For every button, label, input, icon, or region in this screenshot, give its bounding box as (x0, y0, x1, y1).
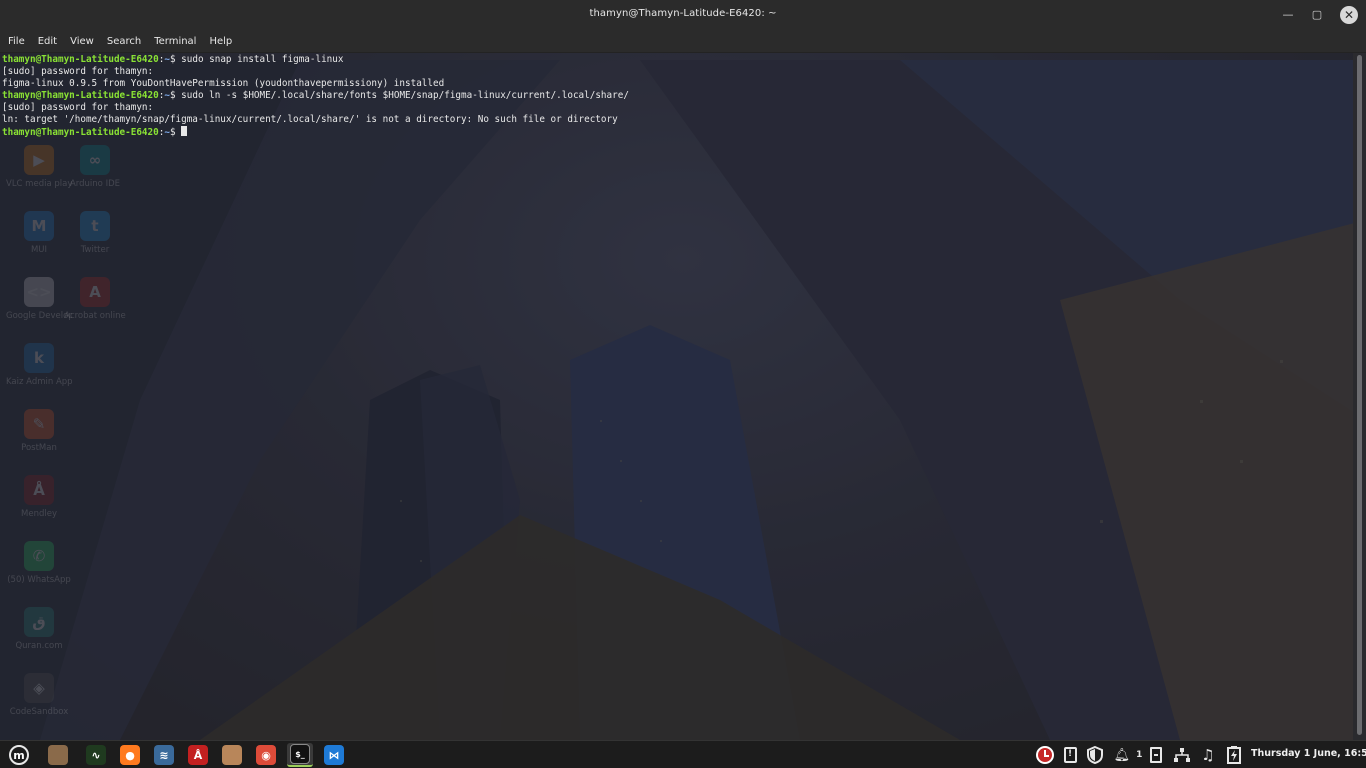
taskbar-firefox[interactable]: ● (117, 743, 143, 767)
taskbar-file-manager[interactable] (219, 743, 245, 767)
command-text: $ (169, 127, 182, 138)
close-button[interactable]: ✕ (1340, 6, 1358, 24)
window-title: thamyn@Thamyn-Latitude-E6420: ~ (589, 8, 777, 19)
files-folder-icon (48, 745, 68, 765)
battery-icon[interactable] (1225, 745, 1243, 765)
notifications-applet[interactable]: 🔔︎ 1 (1113, 745, 1143, 765)
mysql-workbench-icon: ≋ (154, 745, 174, 765)
prompt-user: thamyn@Thamyn-Latitude-E6420 (2, 127, 159, 138)
clock-applet-icon[interactable] (1034, 745, 1056, 765)
system-monitor-icon: ∿ (86, 745, 106, 765)
clipboard-icon[interactable]: ! (1061, 745, 1079, 765)
firefox-icon: ● (120, 745, 140, 765)
terminal-icon: $_ (290, 744, 310, 764)
taskbar-mysql-workbench[interactable]: ≋ (151, 743, 177, 767)
taskbar-files-folder[interactable] (45, 743, 71, 767)
terminal-line: [sudo] password for thamyn: (2, 102, 1351, 114)
document-icon[interactable] (1148, 745, 1164, 765)
minimize-button[interactable]: — (1279, 6, 1297, 24)
prompt-user: thamyn@Thamyn-Latitude-E6420 (2, 54, 159, 65)
terminal-line: thamyn@Thamyn-Latitude-E6420:~$ (2, 126, 1351, 139)
menu-view[interactable]: View (70, 36, 102, 47)
terminal-window: thamyn@Thamyn-Latitude-E6420: ~ — ▢ ✕ Fi… (0, 0, 1366, 740)
vscode-icon: ⋈ (324, 745, 344, 765)
notification-count: 1 (1136, 750, 1143, 760)
output-text: ln: target '/home/thamyn/snap/figma-linu… (2, 114, 618, 125)
window-titlebar[interactable]: thamyn@Thamyn-Latitude-E6420: ~ — ▢ ✕ (0, 0, 1366, 30)
command-text: $ sudo ln -s $HOME/.local/share/fonts $H… (169, 90, 629, 101)
taskbar: m ∿ ● ≋ Å ◉ $_ ⋈ ! 🔔︎ 1 ♫ Thursday 1 June, 16:5… (0, 740, 1366, 768)
mint-menu-icon: m (9, 745, 29, 765)
taskbar-chrome[interactable]: ◉ (253, 743, 279, 767)
clock[interactable]: Thursday 1 June, 16:56:40 (1251, 748, 1366, 759)
sound-icon[interactable]: ♫ (1199, 745, 1217, 765)
terminal-line: figma-linux 0.9.5 from YouDontHavePermis… (2, 78, 1351, 90)
menu-file[interactable]: File (8, 36, 33, 47)
taskbar-vscode[interactable]: ⋈ (321, 743, 347, 767)
taskbar-mint-menu[interactable]: m (6, 743, 32, 767)
menu-edit[interactable]: Edit (38, 36, 65, 47)
terminal-line: [sudo] password for thamyn: (2, 66, 1351, 78)
terminal-scrollbar[interactable] (1353, 53, 1366, 740)
output-text: [sudo] password for thamyn: (2, 66, 154, 77)
mendeley-icon: Å (188, 745, 208, 765)
bell-icon: 🔔︎ (1113, 747, 1131, 763)
terminal-output[interactable]: thamyn@Thamyn-Latitude-E6420:~$ sudo sna… (0, 53, 1353, 740)
output-text: figma-linux 0.9.5 from YouDontHavePermis… (2, 78, 445, 89)
taskbar-system-monitor[interactable]: ∿ (83, 743, 109, 767)
shield-icon[interactable] (1086, 745, 1104, 765)
menu-help[interactable]: Help (209, 36, 240, 47)
network-icon[interactable] (1172, 745, 1192, 765)
scrollbar-thumb[interactable] (1357, 55, 1362, 735)
menu-terminal[interactable]: Terminal (154, 36, 204, 47)
prompt-user: thamyn@Thamyn-Latitude-E6420 (2, 90, 159, 101)
output-text: [sudo] password for thamyn: (2, 102, 154, 113)
taskbar-mendeley[interactable]: Å (185, 743, 211, 767)
command-text: $ sudo snap install figma-linux (169, 54, 344, 65)
terminal-line: thamyn@Thamyn-Latitude-E6420:~$ sudo ln … (2, 90, 1351, 102)
text-cursor (181, 126, 188, 136)
maximize-button[interactable]: ▢ (1308, 6, 1326, 24)
chrome-icon: ◉ (256, 745, 276, 765)
taskbar-terminal[interactable]: $_ (287, 743, 313, 767)
terminal-line: thamyn@Thamyn-Latitude-E6420:~$ sudo sna… (2, 54, 1351, 66)
file-manager-icon (222, 745, 242, 765)
menu-bar: File Edit View Search Terminal Help (0, 30, 1366, 53)
menu-search[interactable]: Search (107, 36, 149, 47)
terminal-line: ln: target '/home/thamyn/snap/figma-linu… (2, 114, 1351, 126)
